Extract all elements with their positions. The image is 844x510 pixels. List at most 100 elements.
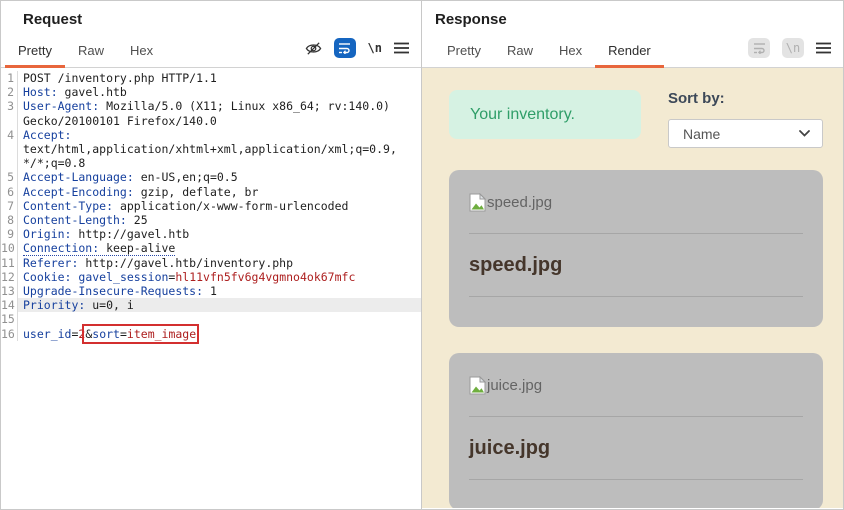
image-alt-text: juice.jpg <box>487 377 542 394</box>
request-line-text: Referer: http://gavel.htb/inventory.php <box>18 256 421 270</box>
request-line: 14Priority: u=0, i <box>1 298 421 312</box>
line-number: 5 <box>1 170 18 184</box>
request-line: 1POST /inventory.php HTTP/1.1 <box>1 71 421 85</box>
render-top-row: Your inventory. Sort by: Name <box>449 90 823 148</box>
line-number: 6 <box>1 185 18 199</box>
response-toolbar: \n <box>748 38 831 58</box>
tab-hex[interactable]: Hex <box>546 38 595 68</box>
sort-controls: Sort by: Name <box>668 90 823 148</box>
line-number <box>1 114 18 128</box>
line-number: 16 <box>1 327 18 341</box>
request-line: 12Cookie: gavel_session=hl11vfn5fv6g4vgm… <box>1 270 421 284</box>
card-divider <box>469 479 803 480</box>
request-line: */*;q=0.8 <box>1 156 421 170</box>
request-line-text: Content-Type: application/x-www-form-url… <box>18 199 421 213</box>
request-title: Request <box>1 1 421 28</box>
inventory-card: juice.jpgjuice.jpg <box>449 353 823 508</box>
tab-render[interactable]: Render <box>595 38 664 68</box>
inventory-card: speed.jpg speed.jpg <box>449 170 823 327</box>
hide-eye-icon[interactable] <box>305 41 322 56</box>
request-line-text: Gecko/20100101 Firefox/140.0 <box>18 114 421 128</box>
request-toolbar: \n <box>305 38 409 58</box>
request-panel: Request PrettyRawHex <box>1 1 422 509</box>
request-line: 3User-Agent: Mozilla/5.0 (X11; Linux x86… <box>1 99 421 113</box>
line-number: 10 <box>1 241 18 255</box>
request-line: 9Origin: http://gavel.htb <box>1 227 421 241</box>
request-line-text: Accept-Encoding: gzip, deflate, br <box>18 185 421 199</box>
line-number: 3 <box>1 99 18 113</box>
sort-select[interactable]: Name <box>668 119 823 148</box>
word-wrap-icon[interactable] <box>334 38 356 58</box>
sort-by-label: Sort by: <box>668 90 823 107</box>
tab-hex[interactable]: Hex <box>117 38 166 68</box>
tab-raw[interactable]: Raw <box>65 38 117 68</box>
spellcheck-underline: Connection: keep-alive <box>23 241 175 256</box>
image-alt-text: speed.jpg <box>487 194 552 211</box>
request-line: Gecko/20100101 Firefox/140.0 <box>1 114 421 128</box>
request-line-text: Cookie: gavel_session=hl11vfn5fv6g4vgmno… <box>18 270 421 284</box>
request-line-text: Origin: http://gavel.htb <box>18 227 421 241</box>
word-wrap-icon[interactable] <box>748 38 770 58</box>
response-panel: Response PrettyRawHexRender \n <box>422 1 843 509</box>
request-line-text: user_id=2&sort=item_image <box>18 327 421 341</box>
tab-pretty[interactable]: Pretty <box>5 38 65 68</box>
request-line-text: Host: gavel.htb <box>18 85 421 99</box>
request-line-text <box>18 312 421 326</box>
request-line: text/html,application/xhtml+xml,applicat… <box>1 142 421 156</box>
line-number <box>1 142 18 156</box>
request-line: 5Accept-Language: en-US,en;q=0.5 <box>1 170 421 184</box>
card-divider <box>469 296 803 297</box>
response-tabs: PrettyRawHexRender <box>434 38 664 68</box>
request-editor[interactable]: 1POST /inventory.php HTTP/1.12Host: gave… <box>1 68 421 508</box>
request-header: Request PrettyRawHex <box>1 1 421 68</box>
menu-icon[interactable] <box>816 42 831 54</box>
request-line: 13Upgrade-Insecure-Requests: 1 <box>1 284 421 298</box>
show-newlines-icon[interactable]: \n <box>782 38 804 58</box>
request-line-text: Upgrade-Insecure-Requests: 1 <box>18 284 421 298</box>
line-number: 11 <box>1 256 18 270</box>
line-number: 1 <box>1 71 18 85</box>
menu-icon[interactable] <box>394 42 409 54</box>
line-number: 15 <box>1 312 18 326</box>
request-line-text: text/html,application/xhtml+xml,applicat… <box>18 142 421 156</box>
show-newlines-icon[interactable]: \n <box>368 41 382 55</box>
request-line: 15 <box>1 312 421 326</box>
render-view: Your inventory. Sort by: Name speed.jpgs… <box>422 68 843 508</box>
line-number: 4 <box>1 128 18 142</box>
request-line-text: User-Agent: Mozilla/5.0 (X11; Linux x86_… <box>18 99 421 113</box>
request-line-text: Accept-Language: en-US,en;q=0.5 <box>18 170 421 184</box>
request-line-text: */*;q=0.8 <box>18 156 421 170</box>
request-line: 11Referer: http://gavel.htb/inventory.ph… <box>1 256 421 270</box>
line-number: 7 <box>1 199 18 213</box>
request-line: 2Host: gavel.htb <box>1 85 421 99</box>
request-line: 4Accept: <box>1 128 421 142</box>
request-tabs: PrettyRawHex <box>5 38 166 68</box>
response-header: Response PrettyRawHexRender \n <box>422 1 843 68</box>
request-line-text: Connection: keep-alive <box>18 241 421 255</box>
request-line-text: POST /inventory.php HTTP/1.1 <box>18 71 421 85</box>
line-number: 2 <box>1 85 18 99</box>
tab-pretty[interactable]: Pretty <box>434 38 494 68</box>
chevron-down-icon <box>799 130 810 137</box>
request-line-text: Accept: <box>18 128 421 142</box>
response-title: Response <box>422 1 843 28</box>
broken-image-row: juice.jpg <box>469 376 803 395</box>
inventory-banner: Your inventory. <box>449 90 641 139</box>
line-number: 14 <box>1 298 18 312</box>
request-line: 7Content-Type: application/x-www-form-ur… <box>1 199 421 213</box>
tab-raw[interactable]: Raw <box>494 38 546 68</box>
card-divider <box>469 233 803 234</box>
request-line: 6Accept-Encoding: gzip, deflate, br <box>1 185 421 199</box>
request-line: 8Content-Length: 25 <box>1 213 421 227</box>
request-line: 16user_id=2&sort=item_image <box>1 327 421 341</box>
broken-image-icon <box>469 376 486 395</box>
line-number: 12 <box>1 270 18 284</box>
line-number: 8 <box>1 213 18 227</box>
inventory-banner-text: Your inventory. <box>470 106 575 124</box>
repeater-window: Request PrettyRawHex <box>0 0 844 510</box>
broken-image-row: speed.jpg <box>469 193 803 212</box>
item-title: speed.jpg <box>469 254 803 277</box>
request-line: 10 Connection: keep-alive <box>1 241 421 255</box>
line-number: 9 <box>1 227 18 241</box>
broken-image-icon <box>469 193 486 212</box>
